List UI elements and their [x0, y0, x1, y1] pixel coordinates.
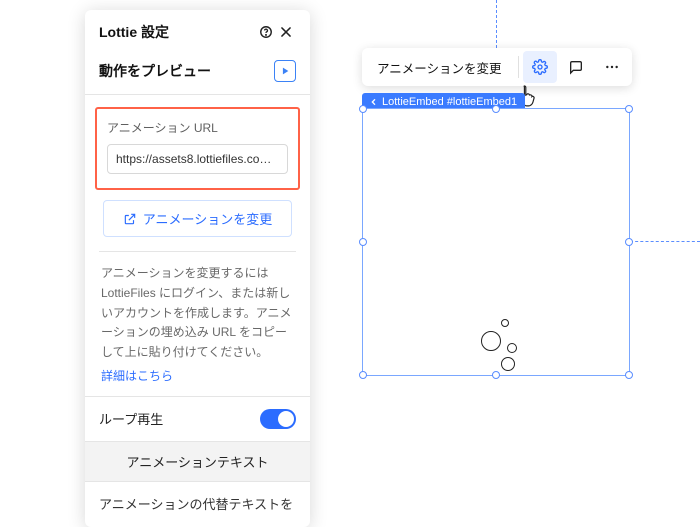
lottie-settings-panel: Lottie 設定 動作をプレビュー アニメーション URL https://a… [85, 10, 310, 527]
toolbar-comment-button[interactable] [559, 51, 593, 83]
change-animation-button[interactable]: アニメーションを変更 [103, 200, 292, 237]
bubble-icon [507, 343, 517, 353]
loop-label: ループ再生 [99, 409, 260, 428]
resize-handle-top[interactable] [492, 105, 500, 113]
resize-handle-top-left[interactable] [359, 105, 367, 113]
change-animation-label: アニメーションを変更 [143, 209, 272, 228]
animation-text-section-title: アニメーションテキスト [85, 441, 310, 481]
preview-row: 動作をプレビュー [85, 52, 310, 95]
resize-handle-top-right[interactable] [625, 105, 633, 113]
help-text: アニメーションを変更するには LottieFiles にログイン、または新しいア… [85, 252, 310, 367]
close-icon [279, 25, 293, 39]
animation-url-group: アニメーション URL https://assets8.lottiefiles.… [95, 107, 300, 190]
loop-toggle[interactable] [260, 409, 296, 429]
floating-toolbar: アニメーションを変更 [362, 48, 632, 86]
alt-text-label: アニメーションの代替テキストを [85, 481, 310, 527]
learn-more-link[interactable]: 詳細はこちら [85, 367, 310, 396]
resize-handle-bottom[interactable] [492, 371, 500, 379]
gear-icon [532, 59, 548, 75]
bubble-icon [501, 357, 515, 371]
resize-handle-bottom-right[interactable] [625, 371, 633, 379]
help-button[interactable] [256, 22, 276, 42]
chevron-left-icon [370, 98, 378, 106]
more-horizontal-icon [604, 59, 620, 75]
panel-header: Lottie 設定 [85, 10, 310, 52]
toolbar-more-button[interactable] [595, 51, 629, 83]
resize-handle-right[interactable] [625, 238, 633, 246]
close-button[interactable] [276, 22, 296, 42]
animation-url-input[interactable]: https://assets8.lottiefiles.com/p... [107, 144, 288, 174]
external-link-icon [123, 212, 137, 226]
resize-handle-left[interactable] [359, 238, 367, 246]
play-icon [280, 66, 290, 76]
horizontal-guide-line [630, 241, 700, 242]
resize-handle-bottom-left[interactable] [359, 371, 367, 379]
lottie-embed-element[interactable] [362, 108, 630, 376]
help-icon [259, 25, 273, 39]
loop-row: ループ再生 [85, 396, 310, 441]
toolbar-change-animation[interactable]: アニメーションを変更 [365, 51, 514, 83]
toolbar-settings-button[interactable] [523, 51, 557, 83]
toolbar-divider [518, 56, 519, 78]
bubble-icon [481, 331, 501, 351]
panel-title: Lottie 設定 [99, 22, 256, 42]
preview-play-button[interactable] [274, 60, 296, 82]
comment-icon [568, 59, 584, 75]
editor-canvas: アニメーションを変更 LottieEmbed #lottieEmbed1 [350, 0, 700, 506]
vertical-guide-line [496, 0, 497, 48]
bubble-icon [501, 319, 509, 327]
url-field-label: アニメーション URL [107, 119, 288, 136]
preview-label: 動作をプレビュー [99, 61, 274, 81]
